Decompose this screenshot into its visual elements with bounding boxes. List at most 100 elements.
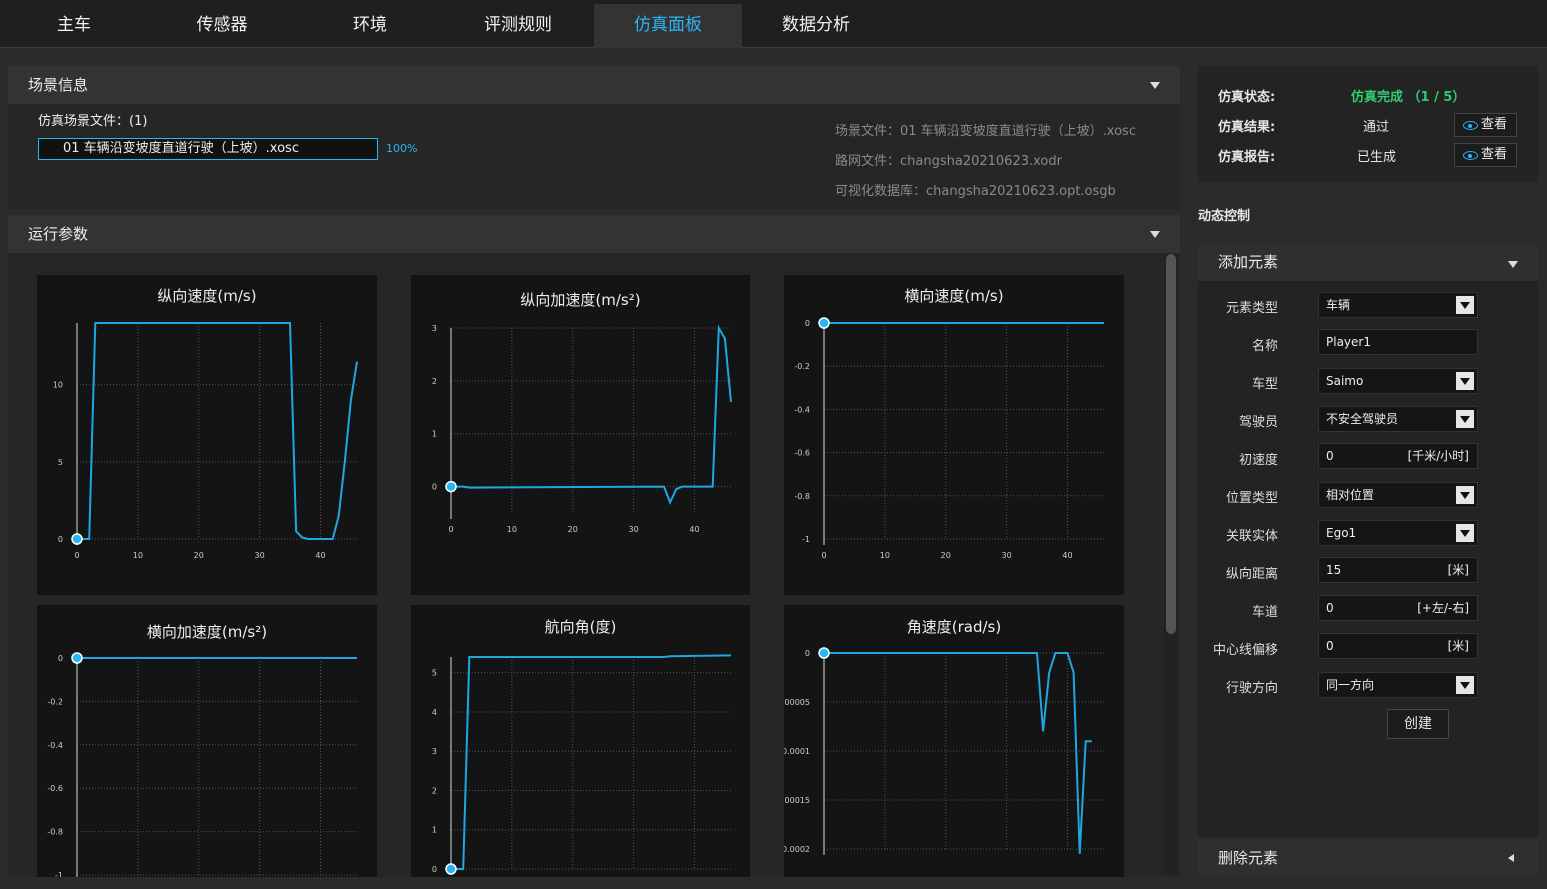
view-result-button[interactable]: 查看 bbox=[1454, 113, 1517, 137]
element-type-select[interactable]: 车辆 bbox=[1318, 292, 1478, 318]
result-label: 仿真结果: bbox=[1218, 120, 1276, 135]
chart-longitudinal-accel: 0 1 2 3 0 10 20 30 40 纵向加速度(m/s²) bbox=[411, 275, 750, 595]
chart-plot: 01230 10 20 30 40 bbox=[432, 324, 732, 534]
series-line bbox=[451, 324, 732, 505]
run-params-title: 运行参数 bbox=[28, 225, 89, 243]
add-element-header[interactable]: 添加元素 bbox=[1198, 243, 1538, 281]
y-tick-label: 0 bbox=[58, 654, 63, 663]
scene-info-header[interactable]: 场景信息 bbox=[8, 66, 1180, 104]
chevron-down-icon[interactable] bbox=[1456, 410, 1474, 428]
select-value: Saimo bbox=[1326, 374, 1364, 388]
tab-evaluation-rules[interactable]: 评测规则 bbox=[444, 4, 592, 48]
driver-label: 驾驶员 bbox=[1238, 415, 1278, 430]
dynamic-control-title: 动态控制 bbox=[1198, 209, 1251, 224]
scene-info-title: 场景信息 bbox=[28, 76, 89, 94]
y-tick-label: 0 bbox=[58, 535, 63, 544]
chevron-down-icon[interactable] bbox=[1456, 372, 1474, 390]
y-tick-label: 2 bbox=[432, 377, 437, 386]
collapse-icon[interactable] bbox=[1150, 231, 1160, 238]
collapse-icon[interactable] bbox=[1508, 261, 1518, 268]
tab-environment[interactable]: 环境 bbox=[296, 4, 444, 48]
select-value: 车辆 bbox=[1326, 298, 1351, 312]
y-tick-label: -1 bbox=[55, 871, 63, 877]
chart-angular-velocity: 0 0.00005 0.0001 0.00015 0.0002 角速度(rad/s) bbox=[784, 605, 1124, 877]
report-value: 已生成 bbox=[1357, 150, 1397, 165]
expand-icon[interactable] bbox=[1508, 854, 1514, 862]
chart-title: 纵向加速度(m/s²) bbox=[520, 291, 641, 309]
input-value: 0 bbox=[1326, 601, 1334, 615]
x-tick-label: 0 bbox=[448, 525, 453, 534]
unit-label: [+左/-右] bbox=[1417, 601, 1469, 615]
x-tick-label: 10 bbox=[133, 551, 143, 560]
input-value: 15 bbox=[1326, 563, 1342, 577]
x-tick-label: 20 bbox=[568, 525, 578, 534]
y-tick-label: 0 bbox=[432, 483, 437, 492]
unit-label: [千米/小时] bbox=[1407, 449, 1469, 463]
chart-title: 角速度(rad/s) bbox=[906, 618, 1002, 636]
initial-speed-input[interactable]: 0 [千米/小时] bbox=[1318, 443, 1478, 469]
tab-sensor[interactable]: 传感器 bbox=[148, 4, 296, 48]
y-tick-label: 5 bbox=[432, 669, 437, 678]
top-nav: 主车 传感器 环境 评测规则 仿真面板 数据分析 bbox=[0, 0, 1547, 48]
chart-plot: 0 5 10 0 10 20 30 40 bbox=[53, 322, 358, 560]
lon-distance-input[interactable]: 15 [米] bbox=[1318, 557, 1478, 583]
y-tick-label: 2 bbox=[432, 786, 437, 795]
y-tick-label: 0.00015 bbox=[784, 796, 810, 805]
select-value: 相对位置 bbox=[1326, 488, 1375, 502]
y-tick-label: 3 bbox=[432, 324, 437, 333]
chevron-down-icon[interactable] bbox=[1456, 486, 1474, 504]
chevron-down-icon[interactable] bbox=[1456, 524, 1474, 542]
run-params-header[interactable]: 运行参数 bbox=[8, 215, 1180, 253]
scrollbar-thumb[interactable] bbox=[1166, 254, 1176, 634]
chart-heading-angle: 0 1 2 3 4 5 航向角(度) bbox=[411, 605, 750, 877]
related-entity-select[interactable]: Ego1 bbox=[1318, 520, 1478, 546]
position-type-select[interactable]: 相对位置 bbox=[1318, 482, 1478, 508]
view-report-button[interactable]: 查看 bbox=[1454, 143, 1517, 167]
tab-main-vehicle[interactable]: 主车 bbox=[0, 4, 148, 48]
direction-select[interactable]: 同一方向 bbox=[1318, 672, 1478, 698]
result-value: 通过 bbox=[1363, 120, 1390, 135]
scene-file-progress: 100% bbox=[386, 142, 418, 155]
chart-plot: 0 0.00005 0.0001 0.00015 0.0002 bbox=[784, 647, 1104, 855]
scrollbar-track[interactable] bbox=[1164, 254, 1178, 874]
driver-select[interactable]: 不安全驾驶员 bbox=[1318, 406, 1478, 432]
series-line bbox=[451, 654, 732, 870]
tab-simulation-panel[interactable]: 仿真面板 bbox=[594, 4, 742, 48]
create-button[interactable]: 创建 bbox=[1387, 709, 1449, 739]
y-tick-label: 0 bbox=[805, 649, 810, 658]
lane-label: 车道 bbox=[1251, 605, 1278, 620]
state-value: 仿真完成 （1 / 5） bbox=[1351, 90, 1466, 105]
y-tick-label: 0.0002 bbox=[784, 845, 810, 854]
x-tick-label: 10 bbox=[507, 525, 517, 534]
select-value: Ego1 bbox=[1326, 526, 1357, 540]
center-offset-input[interactable]: 0 [米] bbox=[1318, 633, 1478, 659]
y-tick-label: 0 bbox=[432, 865, 437, 874]
delete-element-header[interactable]: 删除元素 bbox=[1198, 839, 1538, 877]
name-input[interactable]: Player1 bbox=[1318, 329, 1478, 355]
name-label: 名称 bbox=[1251, 339, 1278, 354]
unit-label: [米] bbox=[1447, 563, 1469, 577]
view-label: 查看 bbox=[1481, 147, 1508, 162]
y-tick-label: 10 bbox=[53, 381, 63, 390]
lon-distance-label: 纵向距离 bbox=[1225, 567, 1278, 582]
y-tick-label: 0.00005 bbox=[784, 698, 810, 707]
vehicle-model-select[interactable]: Saimo bbox=[1318, 368, 1478, 394]
chart-longitudinal-speed: 0 5 10 0 10 20 30 40 纵向速度(m/s) bbox=[37, 275, 377, 595]
start-point bbox=[71, 533, 83, 545]
unit-label: [米] bbox=[1447, 639, 1469, 653]
chevron-down-icon[interactable] bbox=[1456, 296, 1474, 314]
x-tick-label: 10 bbox=[880, 551, 890, 560]
chart-plot: 0 -0.2 -0.4 -0.6 -0.8 -1 0 10 20 30 40 bbox=[794, 317, 1104, 560]
chevron-down-icon[interactable] bbox=[1456, 676, 1474, 694]
lane-input[interactable]: 0 [+左/-右] bbox=[1318, 595, 1478, 621]
position-type-label: 位置类型 bbox=[1225, 491, 1278, 506]
y-tick-label: -0.6 bbox=[47, 784, 63, 793]
road-file-info: 路网文件：changsha20210623.xodr bbox=[835, 154, 1062, 169]
x-tick-label: 40 bbox=[315, 551, 325, 560]
scene-file-item[interactable]: 01 车辆沿变坡度直道行驶（上坡）.xosc bbox=[38, 138, 378, 160]
tab-data-analysis[interactable]: 数据分析 bbox=[742, 4, 890, 48]
collapse-icon[interactable] bbox=[1150, 82, 1160, 89]
y-tick-label: -0.6 bbox=[794, 449, 810, 458]
y-tick-label: 3 bbox=[432, 747, 437, 756]
y-tick-label: -0.4 bbox=[794, 405, 810, 414]
